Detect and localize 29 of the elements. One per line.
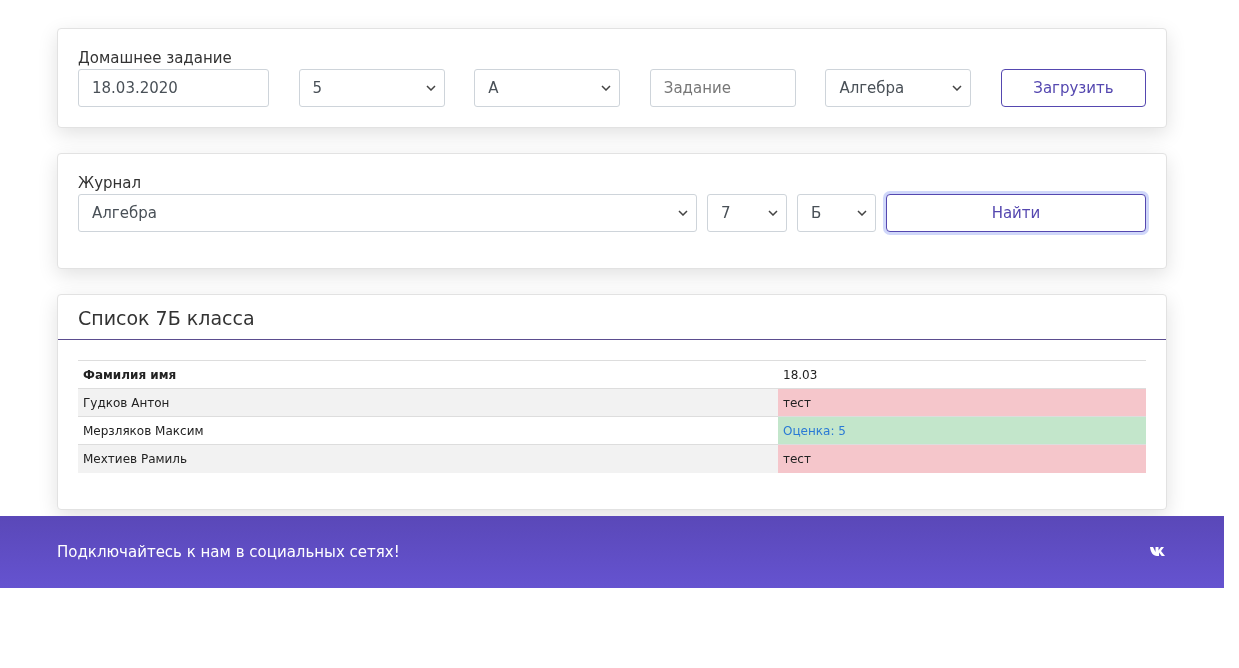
student-name-cell: Мерзляков Максим [78,416,778,445]
chevron-icon [952,85,963,91]
chevron-icon [601,85,612,91]
card-header: Список 7Б класса [58,295,1166,340]
social-logo-icon[interactable] [1149,546,1167,557]
footer-text: Подключайтесь к нам в социальных сетях! [57,542,400,561]
subject-select[interactable]: Алгебра [78,194,697,232]
chevron-icon [678,210,688,216]
grade-select[interactable]: 5 [298,69,445,107]
chevron-icon [425,85,436,91]
chevron-icon [768,210,778,216]
date-field[interactable]: 18.03.2020 [78,69,269,107]
column-header: 18.03 [778,360,1146,389]
student-name-cell: Мехтиев Рамиль [78,444,778,473]
column-header: Фамилия имя [78,360,778,389]
task-field[interactable]: Задание [649,69,796,107]
letter-select[interactable]: Б [797,194,876,232]
upload-button[interactable]: Загрузить [1000,69,1146,107]
subject-select[interactable]: Алгебра [825,69,972,107]
card-title: Журнал [78,174,143,192]
card-title: Домашнее задание [78,49,233,67]
find-button[interactable]: Найти [886,194,1146,232]
student-name-cell: Гудков Антон [78,388,778,417]
mark-cell: тест [778,388,1146,417]
grade-select[interactable]: 7 [707,194,787,232]
letter-select[interactable]: А [474,69,621,107]
mark-cell: тест [778,444,1146,473]
mark-cell: Оценка: 5 [778,416,1146,445]
chevron-icon [857,210,867,216]
